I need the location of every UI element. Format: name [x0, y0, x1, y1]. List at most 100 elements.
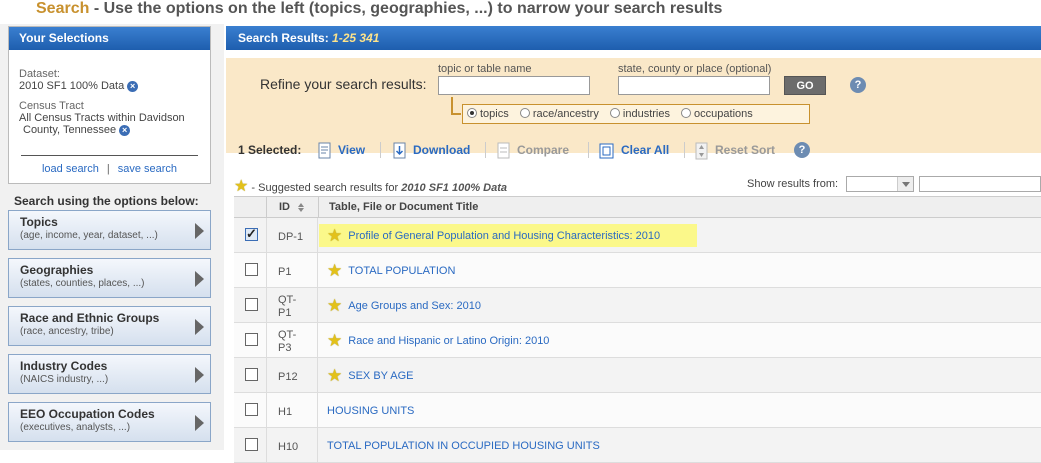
sort-icon: [695, 142, 708, 160]
radio-topics-label: topics: [480, 108, 509, 120]
remove-census-tract-icon[interactable]: ×: [119, 124, 131, 136]
search-type-radio-group: topics race/ancestry industries occupati…: [462, 104, 810, 124]
help-icon[interactable]: ?: [850, 77, 866, 93]
star-icon: ★: [327, 330, 343, 350]
clear-all-label: Clear All: [621, 143, 670, 157]
row-checkbox[interactable]: [245, 226, 258, 242]
col-id-label: ID: [279, 201, 290, 213]
view-label: View: [338, 143, 366, 157]
row-id: P1: [268, 253, 318, 288]
row-title-link[interactable]: Profile of General Population and Housin…: [348, 230, 660, 242]
topics-button[interactable]: Topics (age, income, year, dataset, ...): [8, 210, 211, 250]
topic-input[interactable]: [438, 76, 590, 95]
clear-all-button[interactable]: Clear All: [599, 138, 669, 162]
radio-unselected-icon: [681, 108, 692, 118]
table-row[interactable]: QT- P3 ★ Race and Hispanic or Latino Origi…: [234, 323, 1041, 358]
toolbar-help-icon[interactable]: ?: [794, 142, 810, 158]
selected-count: 1 Selected:: [238, 143, 302, 157]
suggested-prefix: - Suggested search results for: [251, 182, 402, 194]
row-checkbox[interactable]: [245, 298, 258, 311]
radio-industries-label: industries: [622, 108, 670, 120]
arrow-right-icon: [195, 271, 204, 287]
table-row[interactable]: QT- P1 ★ Age Groups and Sex: 2010: [234, 288, 1041, 323]
load-search-link[interactable]: load search: [42, 163, 99, 175]
row-title-link[interactable]: Race and Hispanic or Latino Origin: 2010: [348, 335, 549, 347]
col-id-header[interactable]: ID: [279, 197, 306, 219]
topics-subtitle: (age, income, year, dataset, ...): [20, 230, 158, 241]
radio-occupations[interactable]: occupations: [681, 105, 753, 123]
compare-label: Compare: [517, 143, 570, 157]
row-id: H10: [268, 428, 318, 463]
show-results-from-label: Show results from:: [747, 178, 839, 190]
radio-race-ancestry-label: race/ancestry: [532, 108, 599, 120]
industry-codes-button[interactable]: Industry Codes (NAICS industry, ...): [8, 354, 211, 394]
clear-all-icon: [599, 143, 614, 159]
census-tract-label: Census Tract: [19, 100, 84, 112]
reset-sort-button[interactable]: Reset Sort: [695, 138, 775, 162]
radio-race-ancestry[interactable]: race/ancestry: [519, 105, 599, 123]
row-title-link[interactable]: TOTAL POPULATION: [348, 265, 455, 277]
table-row[interactable]: P12 ★ SEX BY AGE: [234, 358, 1041, 393]
census-tract-value-line1: All Census Tracts within Davidson: [19, 112, 185, 124]
row-title-link[interactable]: Age Groups and Sex: 2010: [348, 300, 481, 312]
compare-icon: [497, 142, 510, 159]
race-ethnic-groups-title: Race and Ethnic Groups: [20, 311, 160, 325]
compare-button[interactable]: Compare: [497, 138, 569, 162]
table-row[interactable]: H10 TOTAL POPULATION IN OCCUPIED HOUSING…: [234, 428, 1041, 463]
star-icon: ★: [327, 260, 343, 280]
download-button[interactable]: Download: [393, 138, 470, 162]
eeo-occupation-codes-title: EEO Occupation Codes: [20, 407, 155, 421]
table-header: ID Table, File or Document Title: [234, 196, 1041, 219]
row-title-link[interactable]: SEX BY AGE: [348, 370, 413, 382]
save-search-link[interactable]: save search: [118, 163, 177, 175]
links-separator: |: [106, 163, 110, 175]
table-row[interactable]: H1 HOUSING UNITS: [234, 393, 1041, 428]
toolbar-separator: [380, 142, 381, 158]
col-title-header[interactable]: Table, File or Document Title: [329, 197, 478, 219]
page-title-text: - Use the options on the left (topics, g…: [89, 0, 723, 17]
row-checkbox[interactable]: [245, 368, 258, 381]
row-checkbox[interactable]: [245, 438, 258, 451]
eeo-occupation-codes-button[interactable]: EEO Occupation Codes (executives, analys…: [8, 402, 211, 442]
radio-industries[interactable]: industries: [609, 105, 670, 123]
star-icon: ★: [234, 178, 249, 195]
suggested-dataset: 2010 SF1 100% Data: [401, 182, 507, 194]
topic-field-label: topic or table name: [438, 63, 532, 75]
geography-input[interactable]: [618, 76, 770, 95]
show-results-from-select[interactable]: [846, 176, 914, 192]
your-selections-heading: Your Selections: [9, 27, 210, 50]
search-results-panel: Search Results: 1-25 341 Refine your sea…: [226, 26, 1041, 463]
table-row[interactable]: DP-1 ★ Profile of General Population and …: [234, 218, 1041, 253]
toolbar-separator: [485, 142, 486, 158]
arrow-right-icon: [195, 223, 204, 239]
toolbar-separator: [684, 142, 685, 158]
page-title-accent: Search: [36, 0, 90, 17]
show-results-from-input[interactable]: [919, 176, 1041, 192]
dataset-value: 2010 SF1 100% Data: [19, 80, 125, 92]
row-id: H1: [268, 393, 318, 428]
view-button[interactable]: View: [318, 138, 365, 162]
your-selections-box: Your Selections Dataset: 2010 SF1 100% D…: [8, 26, 211, 184]
row-checkbox[interactable]: [245, 263, 258, 276]
row-checkbox[interactable]: [245, 403, 258, 416]
search-options-heading: Search using the options below:: [14, 194, 199, 208]
radio-unselected-icon: [609, 108, 620, 118]
star-icon: ★: [327, 225, 343, 245]
row-title-link[interactable]: HOUSING UNITS: [327, 405, 414, 417]
remove-dataset-icon[interactable]: ×: [127, 80, 139, 92]
page-title: Search - Use the options on the left (to…: [36, 0, 722, 20]
arrow-right-icon: [195, 415, 204, 431]
geographies-button[interactable]: Geographies (states, counties, places, .…: [8, 258, 211, 298]
go-button[interactable]: GO: [784, 76, 826, 95]
refine-label: Refine your search results:: [260, 76, 427, 92]
radio-topics[interactable]: topics: [467, 105, 509, 123]
eeo-occupation-codes-subtitle: (executives, analysts, ...): [20, 422, 131, 433]
row-id: P12: [268, 358, 318, 393]
row-id: QT- P1: [268, 288, 318, 323]
chevron-down-icon: [897, 177, 913, 191]
row-checkbox[interactable]: [245, 333, 258, 346]
race-ethnic-groups-button[interactable]: Race and Ethnic Groups (race, ancestry, …: [8, 306, 211, 346]
geographies-subtitle: (states, counties, places, ...): [20, 278, 145, 289]
document-view-icon: [318, 142, 331, 159]
table-row[interactable]: P1 ★ TOTAL POPULATION: [234, 253, 1041, 288]
